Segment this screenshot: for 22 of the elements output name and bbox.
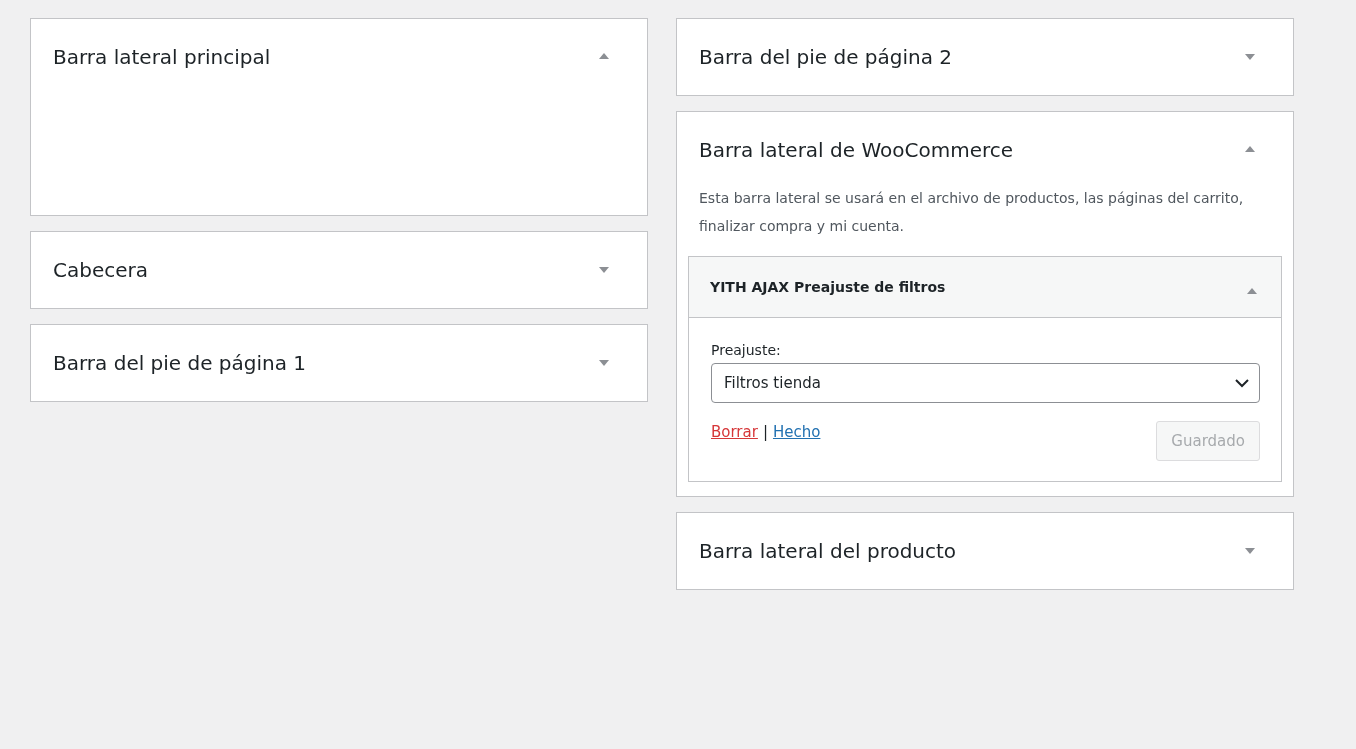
field-label: Preajuste: bbox=[711, 342, 782, 358]
area-title[interactable]: Barra del pie de página 1 bbox=[53, 351, 307, 375]
area-title[interactable]: Barra lateral de WooCommerce bbox=[699, 138, 1014, 162]
widget-header[interactable]: YITH AJAX Preajuste de filtros bbox=[689, 257, 1281, 318]
preset-dropdown[interactable]: Filtros tienda bbox=[711, 363, 1260, 403]
expand-arrow-icon[interactable] bbox=[599, 360, 609, 366]
area-title[interactable]: Barra del pie de página 2 bbox=[699, 45, 953, 69]
link-separator: | bbox=[762, 423, 768, 441]
area-title[interactable]: Cabecera bbox=[53, 258, 148, 282]
area-description: Esta barra lateral se usará en el archivo de productos, las páginas del carrito, finalizar compra y mi cuenta. bbox=[699, 189, 1245, 236]
done-link[interactable]: Hecho bbox=[772, 423, 821, 441]
widget-title: YITH AJAX Preajuste de filtros bbox=[710, 279, 946, 295]
expand-arrow-icon[interactable] bbox=[599, 267, 609, 273]
expand-arrow-icon[interactable] bbox=[1245, 54, 1255, 60]
area-title[interactable]: Barra lateral del producto bbox=[699, 539, 957, 563]
collapse-arrow-icon[interactable] bbox=[1247, 288, 1257, 294]
expand-arrow-icon[interactable] bbox=[1245, 548, 1255, 554]
area-title[interactable]: Barra lateral principal bbox=[53, 45, 271, 69]
collapse-arrow-icon[interactable] bbox=[1245, 146, 1255, 152]
chevron-down-icon bbox=[1235, 378, 1249, 388]
delete-link[interactable]: Borrar bbox=[711, 423, 758, 441]
collapse-arrow-icon[interactable] bbox=[599, 53, 609, 59]
